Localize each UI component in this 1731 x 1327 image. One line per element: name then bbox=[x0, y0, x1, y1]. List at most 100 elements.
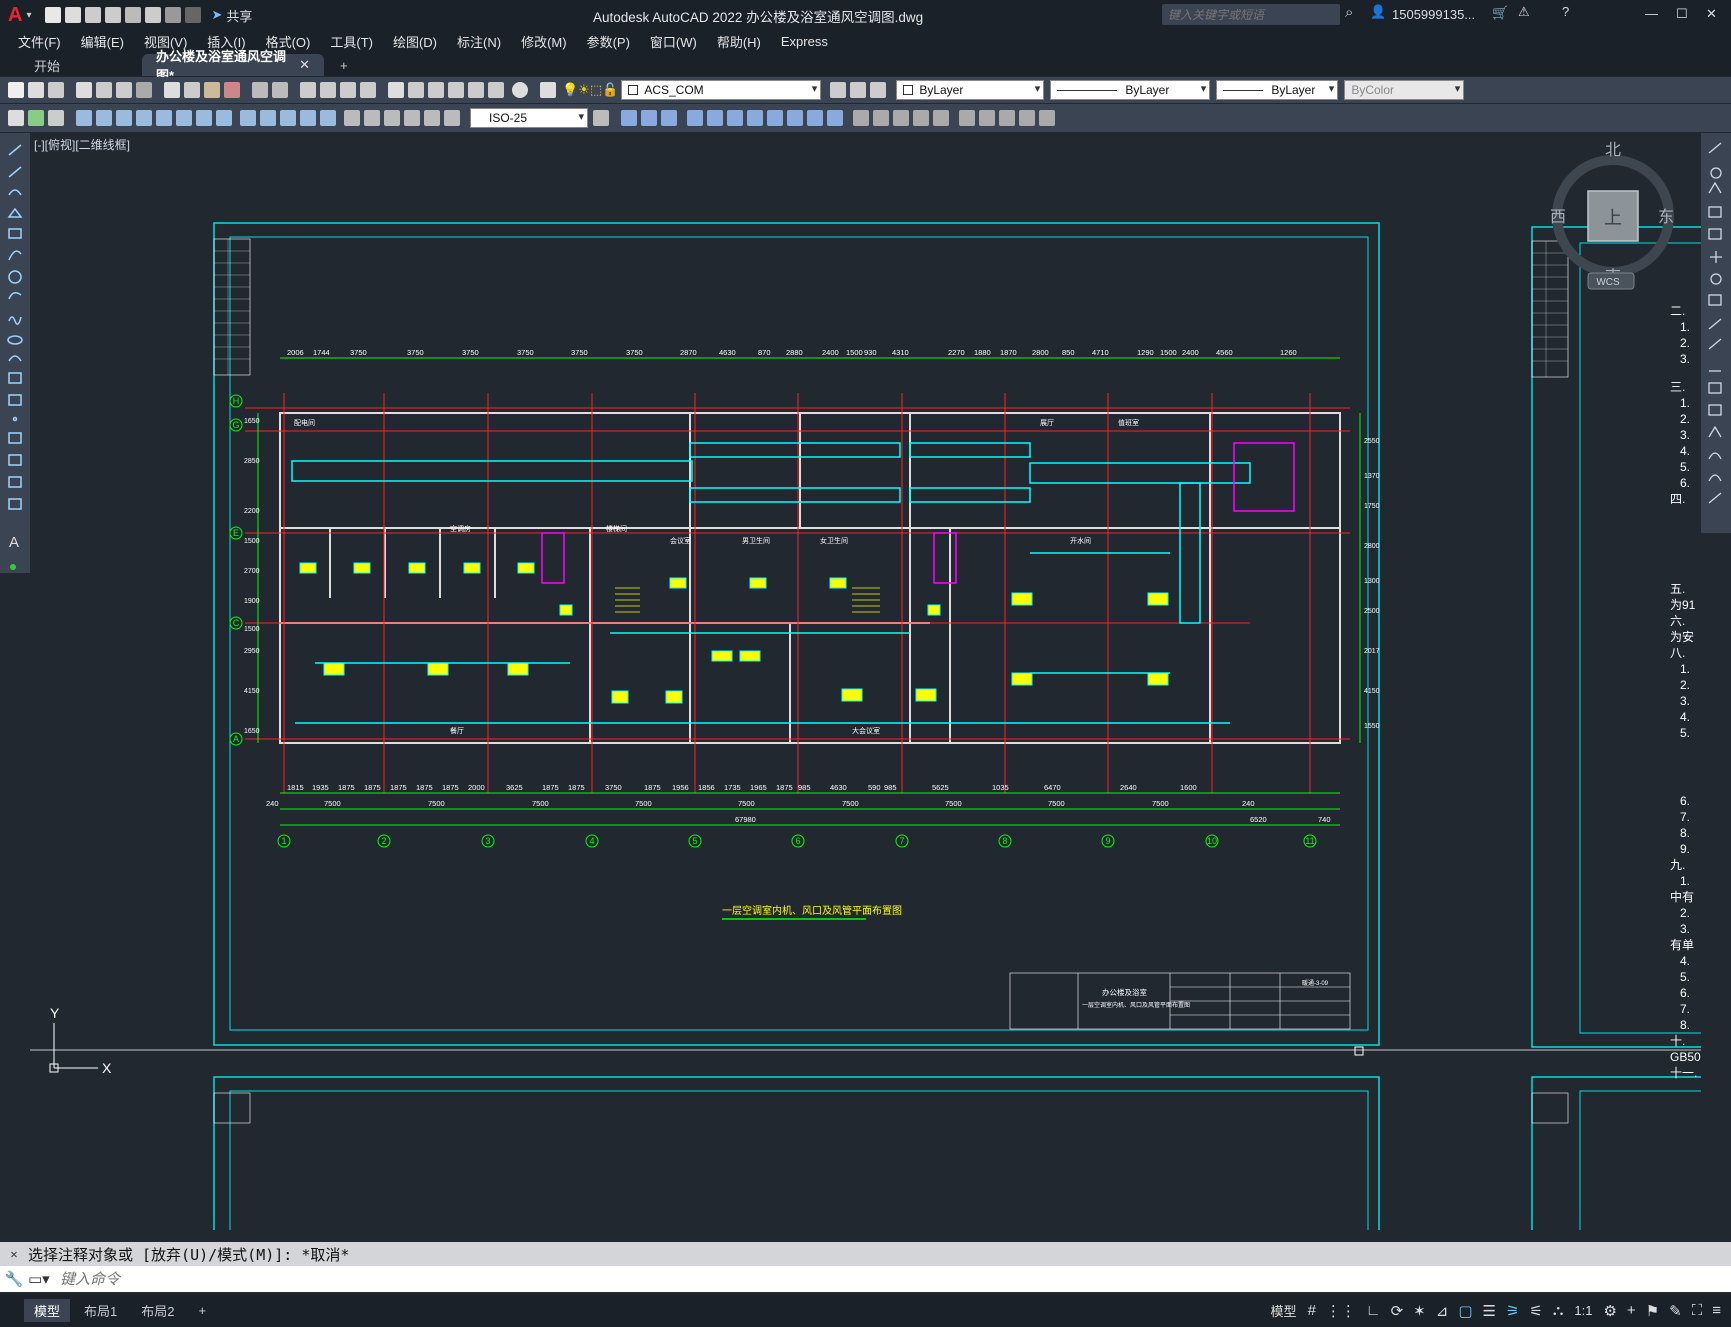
open-icon[interactable] bbox=[65, 7, 82, 23]
jogged-linear-icon[interactable] bbox=[404, 110, 420, 126]
dim-update-icon[interactable] bbox=[444, 110, 460, 126]
modify-icon-9[interactable] bbox=[787, 110, 803, 126]
lineweight-icon[interactable]: ☰ bbox=[1483, 1302, 1496, 1320]
paste-icon[interactable] bbox=[204, 82, 220, 98]
layer-properties-icon[interactable] bbox=[540, 82, 556, 98]
tab-start[interactable]: 开始 bbox=[20, 54, 140, 76]
linetype-dropdown[interactable]: ByLayer bbox=[1050, 80, 1211, 100]
cart-icon[interactable]: 🛒 bbox=[1492, 5, 1508, 21]
floor-plan[interactable]: 2006 1744 3750 3750 3750 3750 3750 3750 … bbox=[229, 348, 1380, 1056]
modify-icon-8[interactable] bbox=[767, 110, 783, 126]
dimstyle-manager-icon[interactable] bbox=[593, 110, 609, 126]
menu-modify[interactable]: 修改(M) bbox=[521, 32, 567, 51]
customize-icon[interactable]: 🔧 bbox=[0, 1270, 28, 1288]
maximize-button[interactable]: ☐ bbox=[1676, 6, 1688, 22]
dimstyle-dropdown[interactable]: ISO-25 bbox=[470, 108, 588, 128]
plotstyle-dropdown[interactable]: ByColor bbox=[1344, 80, 1465, 100]
fullscreen-icon[interactable]: ⛶ bbox=[1692, 1302, 1703, 1319]
properties-icon[interactable] bbox=[388, 82, 404, 98]
annotation-visibility-icon[interactable]: ⚞ bbox=[1506, 1302, 1519, 1320]
modify-icon-5[interactable] bbox=[707, 110, 723, 126]
web-mobile-icon[interactable] bbox=[125, 7, 142, 23]
new-icon[interactable] bbox=[45, 7, 62, 23]
zoom-window-icon[interactable] bbox=[340, 82, 356, 98]
search-icon[interactable]: ⌕ bbox=[1345, 4, 1353, 21]
redo-icon[interactable] bbox=[185, 7, 202, 23]
baseline-icon[interactable] bbox=[260, 110, 276, 126]
plot-icon[interactable] bbox=[76, 82, 92, 98]
share-button[interactable]: 共享 bbox=[226, 6, 252, 25]
layer-dropdown[interactable]: ACS_COM bbox=[621, 80, 822, 100]
command-input[interactable] bbox=[60, 1267, 1731, 1291]
modify-icon-3[interactable] bbox=[661, 110, 677, 126]
viewcube[interactable]: 上 北 南 东 西 WCS bbox=[1550, 141, 1674, 290]
save-icon[interactable] bbox=[48, 82, 64, 98]
modify-icon-12[interactable] bbox=[853, 110, 869, 126]
drawing-canvas[interactable]: [-][俯视][二维线框] 2006 1744 3750 3750 3750 3… bbox=[30, 133, 1701, 1230]
viewcube-west[interactable]: 西 bbox=[1550, 209, 1566, 226]
model-space-toggle[interactable]: 模型 bbox=[1271, 1301, 1297, 1320]
menu-help[interactable]: 帮助(H) bbox=[717, 32, 761, 51]
modify-icon-10[interactable] bbox=[807, 110, 823, 126]
match-properties-icon[interactable] bbox=[224, 82, 240, 98]
saveas-icon[interactable] bbox=[105, 7, 122, 23]
ortho-icon[interactable]: ∟ bbox=[1366, 1302, 1381, 1319]
tab-model[interactable]: 模型 bbox=[24, 1299, 71, 1322]
tool-palettes-icon[interactable] bbox=[428, 82, 444, 98]
modify-icon-6[interactable] bbox=[727, 110, 743, 126]
modify-icon-2[interactable] bbox=[641, 110, 657, 126]
break-icon[interactable] bbox=[320, 110, 336, 126]
copy-icon[interactable] bbox=[184, 82, 200, 98]
command-line[interactable]: 🔧 ▭▾ bbox=[0, 1266, 1731, 1292]
modify-icon-20[interactable] bbox=[1019, 110, 1035, 126]
add-layout-icon[interactable]: + bbox=[188, 1301, 216, 1320]
modify-icon-17[interactable] bbox=[959, 110, 975, 126]
draw-tools-icons[interactable]: A bbox=[0, 133, 30, 573]
modify-tools-icons[interactable] bbox=[1701, 133, 1731, 533]
help-icon[interactable]: ? bbox=[1562, 4, 1569, 19]
viewport-controls[interactable]: [-][俯视][二维线框] bbox=[34, 137, 130, 152]
arc-length-icon[interactable] bbox=[116, 110, 132, 126]
tab-drawing[interactable]: 办公楼及浴室通风空调图* ✕ bbox=[142, 49, 324, 83]
undo-icon[interactable] bbox=[252, 82, 268, 98]
aligned-dim-icon[interactable] bbox=[96, 110, 112, 126]
viewcube-top[interactable]: 上 bbox=[1604, 208, 1622, 228]
customization-icon[interactable]: ≡ bbox=[1712, 1302, 1721, 1319]
autocad-logo[interactable]: A bbox=[8, 4, 22, 27]
center-mark-icon[interactable] bbox=[364, 110, 380, 126]
annotation-scale-icon[interactable]: ⛬ bbox=[1553, 1302, 1564, 1319]
preview-icon[interactable] bbox=[96, 82, 112, 98]
grid-icon[interactable]: # bbox=[1308, 1302, 1316, 1319]
menu-draw[interactable]: 绘图(D) bbox=[393, 32, 437, 51]
annotation-scale[interactable]: 1:1 bbox=[1574, 1303, 1592, 1318]
search-input[interactable] bbox=[1162, 4, 1332, 25]
linear-dim-icon[interactable] bbox=[76, 110, 92, 126]
autodesk-app-icon[interactable]: ⚠ bbox=[1518, 4, 1530, 20]
menu-tools[interactable]: 工具(T) bbox=[330, 32, 373, 51]
3dprint-icon[interactable] bbox=[136, 82, 152, 98]
viewcube-north[interactable]: 北 bbox=[1605, 141, 1621, 159]
polar-icon[interactable]: ⟳ bbox=[1391, 1302, 1404, 1320]
menu-file[interactable]: 文件(F) bbox=[18, 32, 61, 51]
continue-icon[interactable] bbox=[280, 110, 296, 126]
modify-icon-18[interactable] bbox=[979, 110, 995, 126]
user-icon[interactable]: 👤 bbox=[1370, 4, 1386, 20]
pan-icon[interactable] bbox=[300, 82, 316, 98]
user-name[interactable]: 1505999135... bbox=[1392, 7, 1475, 22]
jogged-icon[interactable] bbox=[176, 110, 192, 126]
menu-edit[interactable]: 编辑(E) bbox=[81, 32, 124, 51]
radius-icon[interactable] bbox=[156, 110, 172, 126]
zoom-realtime-icon[interactable] bbox=[320, 82, 336, 98]
modify-icon-19[interactable] bbox=[999, 110, 1015, 126]
toolbar-icon-1[interactable] bbox=[8, 110, 24, 126]
viewcube-east[interactable]: 东 bbox=[1658, 208, 1674, 226]
calculator-icon[interactable] bbox=[488, 82, 504, 98]
new-tab-button[interactable]: + bbox=[326, 54, 362, 76]
tab-layout2[interactable]: 布局2 bbox=[131, 1299, 184, 1322]
markup-icon[interactable] bbox=[468, 82, 484, 98]
snap-icon[interactable]: ⋮⋮ bbox=[1326, 1302, 1356, 1320]
layer-previous-icon[interactable] bbox=[850, 82, 867, 98]
modify-icon-1[interactable] bbox=[621, 110, 637, 126]
cut-icon[interactable] bbox=[164, 82, 180, 98]
plus-icon[interactable]: + bbox=[1627, 1302, 1636, 1319]
